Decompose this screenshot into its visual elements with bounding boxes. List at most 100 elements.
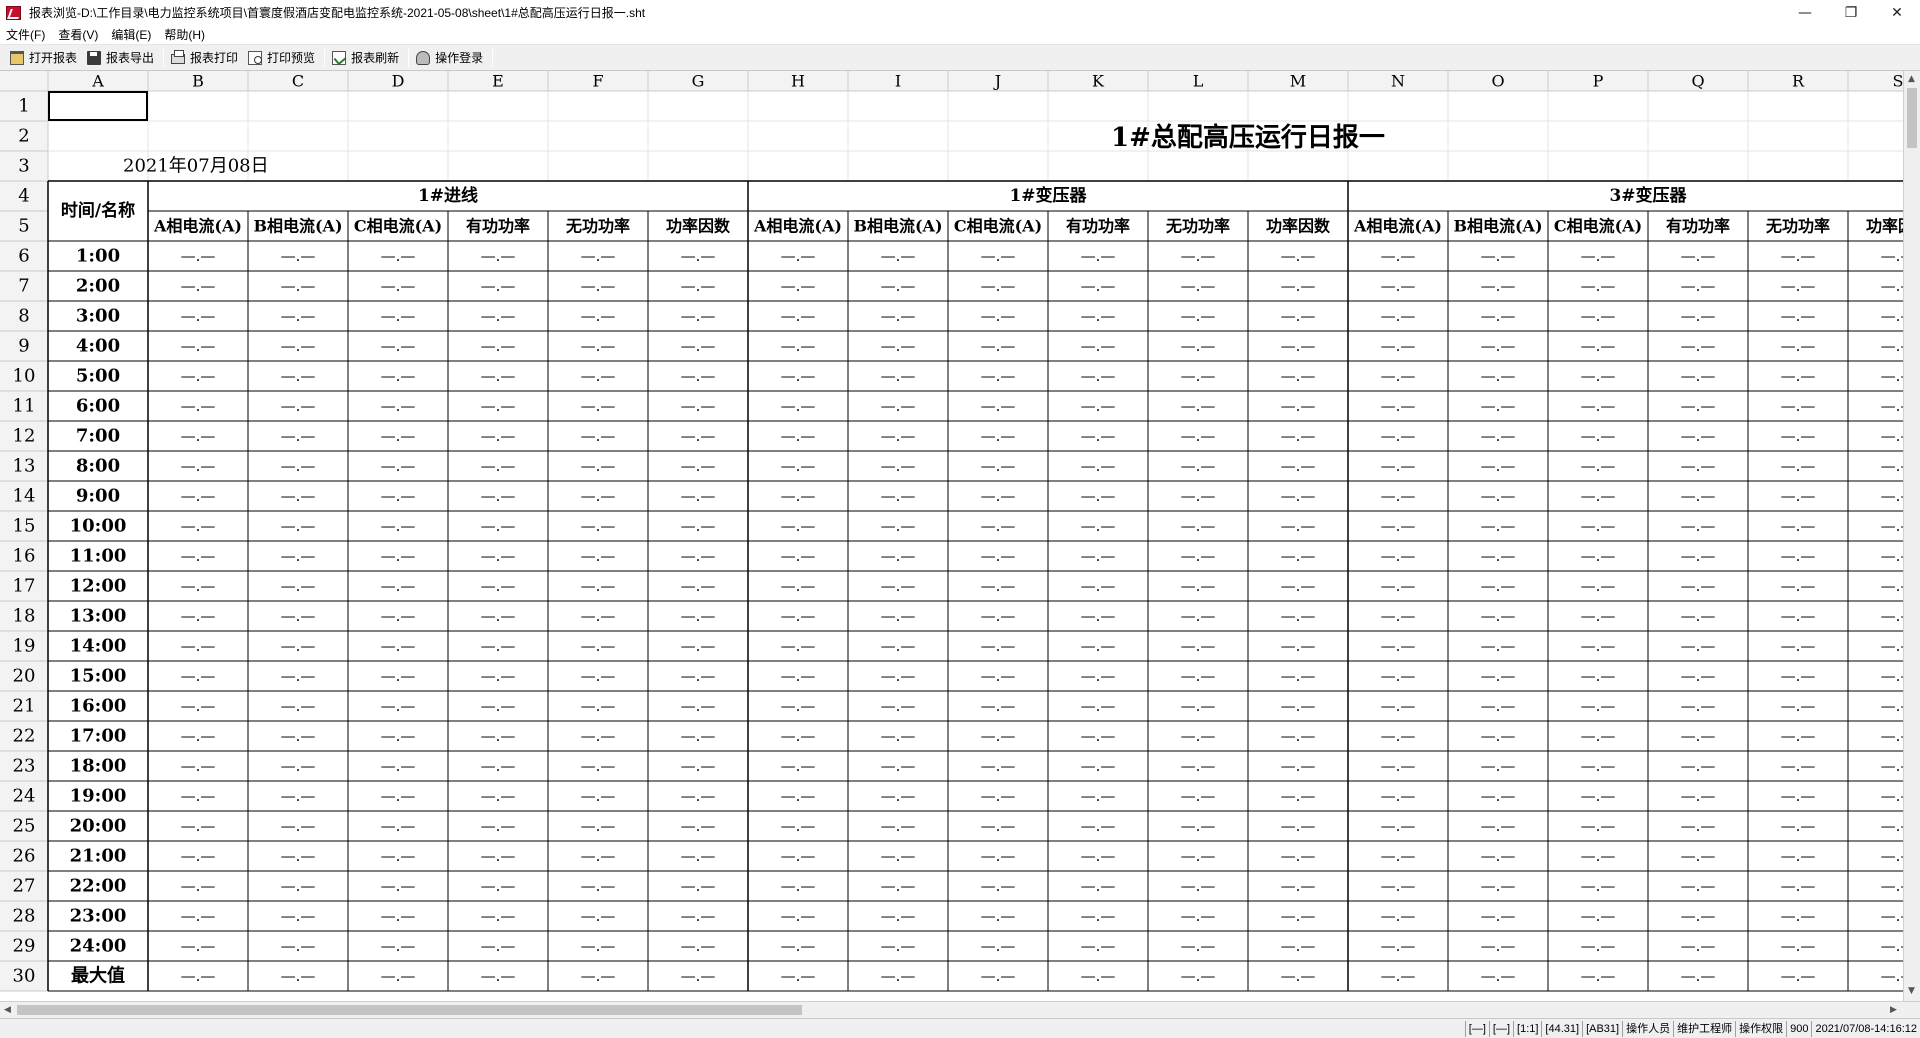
- column-header: B: [192, 72, 204, 91]
- row-header: 19: [13, 636, 36, 657]
- value-cell: —.—: [1781, 367, 1816, 385]
- close-button[interactable]: ✕: [1874, 0, 1920, 25]
- menu-view[interactable]: 查看(V): [52, 26, 105, 43]
- horizontal-scrollbar[interactable]: ◀ ▶: [0, 1001, 1920, 1018]
- value-cell: —.—: [981, 697, 1016, 715]
- scroll-down-icon[interactable]: ▼: [1908, 986, 1915, 996]
- value-cell: —.—: [1281, 607, 1316, 625]
- column-header: J: [993, 72, 1001, 91]
- value-cell: —.—: [181, 667, 216, 685]
- value-cell: —.—: [181, 247, 216, 265]
- spreadsheet[interactable]: A B C D E F G H I J K L M N O P Q R S 1 2 3 4 5 6 7 8 9 10 11 12 13 14 15…: [0, 71, 1920, 1001]
- value-cell: —.—: [981, 517, 1016, 535]
- value-cell: —.—: [1181, 307, 1216, 325]
- scroll-left-icon[interactable]: ◀: [4, 1005, 11, 1015]
- value-cell: —.—: [1281, 697, 1316, 715]
- vertical-scroll-thumb[interactable]: [1907, 88, 1917, 148]
- print-report-button[interactable]: 报表打印: [167, 47, 244, 69]
- value-cell: —.—: [1581, 877, 1616, 895]
- menu-help[interactable]: 帮助(H): [158, 26, 212, 43]
- row-header: 7: [18, 276, 29, 297]
- scroll-right-icon[interactable]: ▶: [1890, 1005, 1897, 1015]
- value-cell: —.—: [1781, 697, 1816, 715]
- login-icon: [416, 50, 431, 65]
- value-cell: —.—: [1381, 607, 1416, 625]
- value-cell: —.—: [981, 607, 1016, 625]
- value-cell: —.—: [1581, 907, 1616, 925]
- column-header: R: [1792, 72, 1805, 91]
- row-header: 29: [13, 936, 36, 957]
- time-cell: 3:00: [76, 306, 120, 327]
- export-report-button[interactable]: 报表导出: [83, 47, 160, 69]
- value-cell: —.—: [1781, 877, 1816, 895]
- value-cell: —.—: [1381, 307, 1416, 325]
- minimize-button[interactable]: —: [1782, 0, 1828, 25]
- menu-file[interactable]: 文件(F): [0, 26, 52, 43]
- value-cell: —.—: [481, 247, 516, 265]
- value-cell: —.—: [1881, 607, 1903, 625]
- sub-header: 功率因数: [666, 217, 731, 236]
- value-cell: —.—: [981, 727, 1016, 745]
- value-cell: —.—: [1281, 727, 1316, 745]
- value-cell: —.—: [1081, 757, 1116, 775]
- column-header: S: [1893, 72, 1903, 91]
- value-cell: —.—: [581, 307, 616, 325]
- value-cell: —.—: [981, 547, 1016, 565]
- value-cell: —.—: [681, 577, 716, 595]
- value-cell: —.—: [881, 637, 916, 655]
- open-report-button[interactable]: 打开报表: [6, 47, 83, 69]
- value-cell: —.—: [1681, 757, 1716, 775]
- time-cell: 2:00: [76, 276, 120, 297]
- print-preview-label: 打印预览: [267, 51, 316, 65]
- value-cell: —.—: [1881, 397, 1903, 415]
- value-cell: —.—: [181, 397, 216, 415]
- toolbar-separator: [408, 48, 410, 67]
- value-cell: —.—: [681, 787, 716, 805]
- value-cell: —.—: [1681, 427, 1716, 445]
- value-cell: —.—: [1081, 457, 1116, 475]
- value-cell: —.—: [1781, 247, 1816, 265]
- value-cell: —.—: [281, 457, 316, 475]
- value-cell: —.—: [1281, 667, 1316, 685]
- column-header: G: [692, 72, 705, 91]
- value-cell: —.—: [481, 967, 516, 985]
- value-cell: —.—: [381, 367, 416, 385]
- value-cell: —.—: [481, 817, 516, 835]
- value-cell: —.—: [1781, 487, 1816, 505]
- horizontal-scroll-thumb[interactable]: [17, 1005, 802, 1015]
- value-cell: —.—: [1681, 577, 1716, 595]
- value-cell: —.—: [881, 397, 916, 415]
- refresh-report-button[interactable]: 报表刷新: [328, 47, 405, 69]
- value-cell: —.—: [481, 367, 516, 385]
- value-cell: —.—: [181, 787, 216, 805]
- value-cell: —.—: [1481, 307, 1516, 325]
- value-cell: —.—: [1181, 487, 1216, 505]
- status-cell-ref: [AB31]: [1582, 1020, 1622, 1037]
- value-cell: —.—: [1181, 337, 1216, 355]
- restore-button[interactable]: ❐: [1828, 0, 1874, 25]
- value-cell: —.—: [1881, 697, 1903, 715]
- value-cell: —.—: [681, 607, 716, 625]
- value-cell: —.—: [181, 637, 216, 655]
- print-preview-button[interactable]: 打印预览: [244, 47, 321, 69]
- value-cell: —.—: [1481, 427, 1516, 445]
- value-cell: —.—: [181, 577, 216, 595]
- value-cell: —.—: [1281, 457, 1316, 475]
- value-cell: —.—: [881, 367, 916, 385]
- menu-edit[interactable]: 编辑(E): [105, 26, 158, 43]
- value-cell: —.—: [181, 457, 216, 475]
- value-cell: —.—: [281, 907, 316, 925]
- operator-login-button[interactable]: 操作登录: [412, 47, 489, 69]
- value-cell: —.—: [1481, 637, 1516, 655]
- scroll-up-icon[interactable]: ▲: [1908, 74, 1915, 84]
- value-cell: —.—: [681, 907, 716, 925]
- value-cell: —.—: [681, 427, 716, 445]
- value-cell: —.—: [1081, 397, 1116, 415]
- value-cell: —.—: [1281, 247, 1316, 265]
- value-cell: —.—: [981, 757, 1016, 775]
- value-cell: —.—: [281, 637, 316, 655]
- value-cell: —.—: [1881, 847, 1903, 865]
- value-cell: —.—: [1481, 337, 1516, 355]
- vertical-scrollbar[interactable]: ▲ ▼: [1903, 71, 1920, 1001]
- value-cell: —.—: [381, 547, 416, 565]
